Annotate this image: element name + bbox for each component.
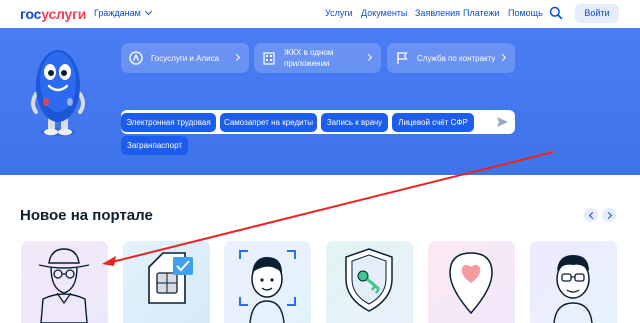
heart-pin-icon <box>449 252 493 315</box>
nav-documents[interactable]: Документы <box>361 8 407 18</box>
shield-key-icon <box>345 248 393 312</box>
nav-help[interactable]: Помощь <box>508 8 543 18</box>
audience-label: Гражданам <box>94 8 141 18</box>
news-card-5[interactable] <box>428 241 515 323</box>
gosuslugi-page: госуслуги Гражданам Услуги Документы Зая… <box>0 0 640 323</box>
face-scan-icon <box>239 250 296 323</box>
alice-icon <box>129 51 143 65</box>
quick-link-passport[interactable]: Загранпаспорт <box>121 136 188 155</box>
nav-applications[interactable]: Заявления <box>415 8 460 18</box>
news-card-6[interactable] <box>530 241 617 323</box>
top-header: госуслуги Гражданам Услуги Документы Зая… <box>0 0 640 28</box>
building-icon <box>263 52 275 65</box>
quick-link-doctor[interactable]: Запись к врачу <box>321 113 388 132</box>
service-contract-label: Служба по контракту <box>417 53 496 63</box>
chevron-right-icon <box>364 53 373 62</box>
quick-link-credit-ban[interactable]: Самозапрет на кредиты <box>220 113 317 132</box>
login-button[interactable]: Войти <box>575 4 619 23</box>
logo-text-gos: гос <box>20 6 42 22</box>
sim-card-icon <box>148 252 193 304</box>
service-contract[interactable]: Служба по контракту <box>387 43 515 73</box>
nav-services[interactable]: Услуги <box>325 8 353 18</box>
person-glasses-icon <box>553 255 593 323</box>
news-card-4[interactable] <box>326 241 413 323</box>
news-card-1[interactable] <box>21 241 108 323</box>
news-card-3[interactable] <box>224 241 311 323</box>
quick-link-work-record[interactable]: Электронная трудовая <box>121 113 216 132</box>
service-housing[interactable]: ЖКХ в одном приложении <box>254 43 381 73</box>
nav-payments[interactable]: Платежи <box>463 8 500 18</box>
send-icon[interactable] <box>496 116 509 128</box>
service-alice-label: Госуслуги и Алиса <box>151 53 220 63</box>
audience-selector[interactable]: Гражданам <box>94 7 152 18</box>
news-card-2[interactable] <box>123 241 210 323</box>
hero-banner: Госуслуги и Алиса ЖКХ в одном приложении… <box>0 28 640 175</box>
robot-mascot-image <box>26 42 90 142</box>
chevron-down-icon <box>144 7 152 16</box>
search-icon[interactable] <box>549 6 563 20</box>
quick-link-sfr-account[interactable]: Лицевой счёт СФР <box>392 113 474 132</box>
service-alice[interactable]: Госуслуги и Алиса <box>121 43 249 73</box>
logo-text-uslugi: услуги <box>41 6 87 22</box>
chevron-right-icon <box>232 53 241 62</box>
carousel-prev-button[interactable] <box>584 208 598 222</box>
flag-icon <box>397 52 408 64</box>
section-title: Новое на портале <box>20 207 153 224</box>
spy-icon <box>38 248 90 323</box>
chevron-right-icon <box>498 53 507 62</box>
carousel-next-button[interactable] <box>602 208 616 222</box>
service-housing-label: ЖКХ в одном приложении <box>284 48 334 68</box>
gosuslugi-logo[interactable]: госуслуги <box>20 6 86 22</box>
